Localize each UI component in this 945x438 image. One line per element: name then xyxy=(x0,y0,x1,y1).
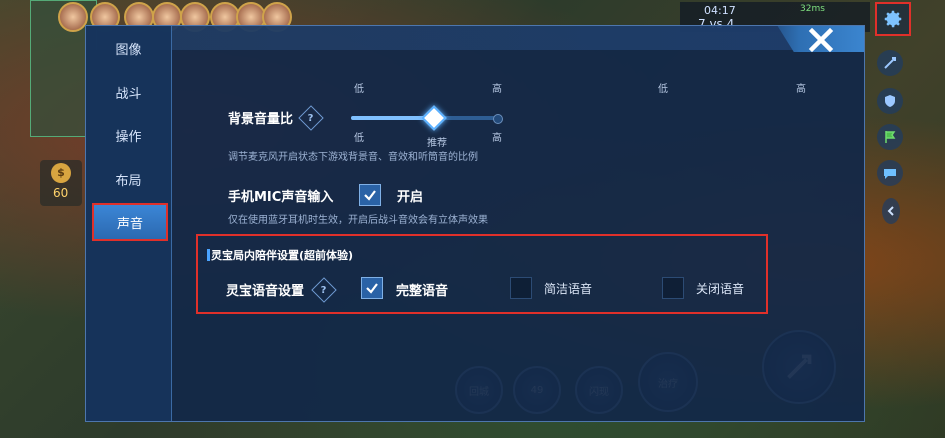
network-latency: 32ms xyxy=(800,4,825,14)
voice-brief-option: 简洁语音 xyxy=(544,282,593,296)
voice-full-option: 完整语音 xyxy=(396,284,449,299)
tab-graphics[interactable]: 图像 xyxy=(86,31,171,65)
background-volume-slider[interactable] xyxy=(351,105,503,131)
slider-recommend-label: 推荐 xyxy=(427,138,447,149)
gear-icon xyxy=(884,10,902,28)
checkmark-icon xyxy=(364,190,376,201)
background-volume-description: 调节麦克风开启状态下游戏背景音、音效和听筒音的比例 xyxy=(228,152,478,163)
money-bag-icon: $ xyxy=(51,163,71,183)
companion-voice-label: 灵宝语音设置 xyxy=(226,284,305,299)
sword-icon xyxy=(884,57,896,69)
defend-tool-button[interactable] xyxy=(877,88,903,114)
slider-thumb[interactable] xyxy=(421,105,447,131)
settings-sidebar: 图像 战斗 操作 布局 声音 xyxy=(86,26,172,421)
sound-settings-content: 低 高 低 高 背景音量比 ? 低 高 推荐 调节麦克风开启状态下游戏背景音、音… xyxy=(171,26,864,421)
companion-settings-section xyxy=(196,234,768,314)
chat-icon xyxy=(884,169,896,179)
voice-full-checkbox[interactable] xyxy=(361,277,383,299)
mic-input-label: 手机MIC声音输入 xyxy=(228,190,334,205)
background-volume-label: 背景音量比 xyxy=(228,112,294,127)
slider-end xyxy=(493,114,503,124)
gold-counter: $ 60 xyxy=(40,160,82,206)
slider-low-label: 低 xyxy=(354,133,364,144)
tab-sound[interactable]: 声音 xyxy=(92,203,168,241)
signal-tool-button[interactable] xyxy=(877,124,903,150)
checkmark-icon xyxy=(366,283,378,294)
mic-input-option: 开启 xyxy=(397,190,424,205)
flag-icon xyxy=(885,131,896,143)
chevron-left-icon xyxy=(887,206,894,216)
companion-section-title: 灵宝局内陪伴设置(超前体验) xyxy=(211,249,354,262)
voice-off-checkbox[interactable] xyxy=(662,277,684,299)
collapse-sidetools-button[interactable] xyxy=(882,198,900,224)
section-marker xyxy=(207,249,210,261)
mic-input-checkbox[interactable] xyxy=(359,184,381,206)
shield-icon xyxy=(885,95,895,107)
settings-gear-button[interactable] xyxy=(875,2,911,36)
chat-button[interactable] xyxy=(877,160,903,186)
slider-high-label: 高 xyxy=(492,133,502,144)
clock: 04:17 xyxy=(704,4,736,17)
mic-input-description: 仅在使用蓝牙耳机时生效，开启后战斗音效会有立体声效果 xyxy=(228,215,488,226)
tick-low: 低 xyxy=(354,84,364,95)
settings-panel: 图像 战斗 操作 布局 声音 低 高 低 高 背景音量比 ? 低 高 推荐 调节… xyxy=(85,25,865,422)
tick-low: 低 xyxy=(658,84,668,95)
voice-brief-checkbox[interactable] xyxy=(510,277,532,299)
tick-high: 高 xyxy=(796,84,806,95)
voice-off-option: 关闭语音 xyxy=(696,282,745,296)
help-icon[interactable]: ? xyxy=(298,105,324,131)
gold-amount: 60 xyxy=(53,186,69,200)
tab-combat[interactable]: 战斗 xyxy=(86,75,171,109)
tick-high: 高 xyxy=(492,84,502,95)
attack-tool-button[interactable] xyxy=(877,50,903,76)
slider-fill xyxy=(351,116,432,120)
hero-portrait xyxy=(58,2,88,32)
tab-controls[interactable]: 操作 xyxy=(86,118,171,152)
tab-layout[interactable]: 布局 xyxy=(86,162,171,196)
